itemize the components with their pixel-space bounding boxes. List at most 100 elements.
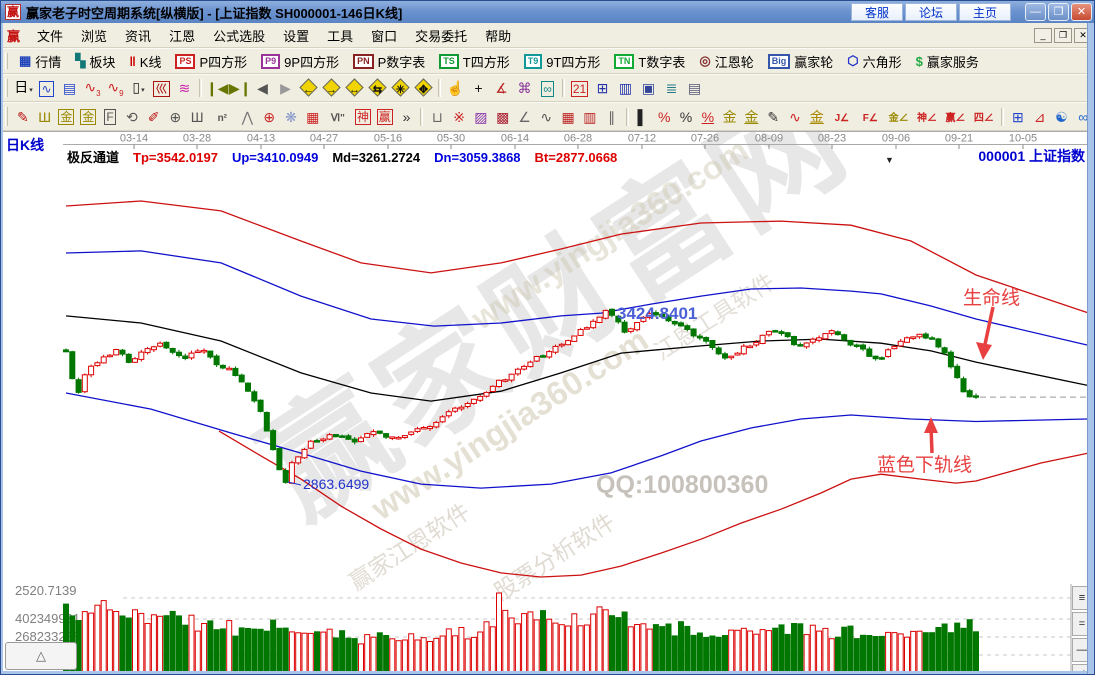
menu-item-0[interactable]: 文件 — [28, 23, 72, 48]
n2-comb-icon[interactable]: n² — [208, 106, 236, 128]
diamond-compress-icon[interactable]: ⇆ — [366, 77, 389, 99]
toolbar-gann-wheel-button[interactable]: ◎江恩轮 — [692, 49, 760, 74]
mdi-minimize-button[interactable]: _ — [1034, 28, 1052, 43]
purple-box-fan-icon[interactable]: ▨ — [470, 106, 492, 128]
go-last-icon[interactable]: ▶❙ — [228, 77, 251, 99]
mdi-restore-button[interactable]: ❐ — [1054, 28, 1072, 43]
menu-item-3[interactable]: 江恩 — [160, 23, 204, 48]
menu-item-7[interactable]: 窗口 — [362, 23, 406, 48]
histogram-icon[interactable]: ≋ — [173, 77, 196, 99]
angle-lines-icon[interactable]: ∠ — [514, 106, 536, 128]
comb-grid-icon[interactable]: Ш — [34, 106, 56, 128]
gold-circle-icon[interactable]: 金 — [719, 106, 741, 128]
gold-lines-icon[interactable]: 金 — [741, 106, 763, 128]
more-tools-icon[interactable]: » — [396, 106, 418, 128]
toolbar-9p-square-button[interactable]: P99P四方形 — [254, 49, 346, 74]
formula-icon[interactable]: 巛 — [150, 77, 173, 99]
expand-panel-button[interactable]: △ — [5, 642, 77, 670]
toolbar-9t-square-button[interactable]: T99T四方形 — [517, 49, 608, 74]
yinyang-icon[interactable]: ☯ — [1051, 106, 1073, 128]
red-crosshair-icon[interactable]: ⊕ — [258, 106, 280, 128]
diamond-expand-icon[interactable]: ↔ — [343, 77, 366, 99]
parallel-lines-icon[interactable]: ∥ — [601, 106, 623, 128]
dropdown-caret-icon[interactable]: ▼ — [885, 155, 894, 165]
menu-item-6[interactable]: 工具 — [318, 23, 362, 48]
angle-tool-icon[interactable]: ∡ — [490, 77, 513, 99]
menu-item-5[interactable]: 设置 — [274, 23, 318, 48]
comb-icon[interactable]: Ш — [186, 106, 208, 128]
shen-grid-icon[interactable]: 神 — [352, 106, 374, 128]
chart-canvas[interactable]: 赢家财富网赢家江恩软件股票分析软件江恩工具软件www.yingjia360.co… — [1, 131, 1089, 675]
toolbar-quotes-button[interactable]: ▦行情 — [12, 49, 68, 74]
wave-a-icon[interactable]: ∿ — [784, 106, 806, 128]
spiral-5-icon[interactable]: ⟲ — [121, 106, 143, 128]
gold-grid-2-icon[interactable]: 金 — [77, 106, 99, 128]
diamond-move-icon[interactable]: ✥ — [412, 77, 435, 99]
gold-angle-icon[interactable]: 金∠ — [884, 106, 912, 128]
toolbar-hexagon-button[interactable]: ⬡六角形 — [840, 49, 908, 74]
toolbar-sectors-button[interactable]: ▚板块 — [68, 49, 122, 74]
zigzag-tool-icon[interactable]: ∿ — [535, 106, 557, 128]
shen-angle-icon[interactable]: 神∠ — [913, 106, 941, 128]
red-box-fan-icon[interactable]: ▩ — [492, 106, 514, 128]
minimize-button[interactable]: — — [1025, 3, 1046, 21]
menu-item-8[interactable]: 交易委托 — [406, 23, 476, 48]
wave-3-icon[interactable]: ∿3 — [81, 77, 104, 99]
toolbar-winner-wheel-button[interactable]: Big赢家轮 — [761, 49, 841, 74]
gold-red-icon[interactable]: 金 — [806, 106, 828, 128]
fan-lines-icon[interactable]: ※ — [448, 106, 470, 128]
candle-style-icon[interactable]: ▯▾ — [127, 77, 150, 99]
box-tool-icon[interactable]: ⊔ — [426, 106, 448, 128]
print-icon[interactable]: ▤ — [683, 77, 706, 99]
menu-item-9[interactable]: 帮助 — [476, 23, 520, 48]
candle-pencil-icon[interactable]: ✎ — [762, 106, 784, 128]
toolbar-t-square-button[interactable]: TST四方形 — [432, 49, 516, 74]
view-tool-icon[interactable]: ∞ — [536, 77, 559, 99]
customer-service-link[interactable]: 客服 — [851, 3, 903, 21]
toolbar-p-number-table-button[interactable]: PNP数字表 — [346, 49, 432, 74]
j-angle-icon[interactable]: J∠ — [828, 106, 856, 128]
pattern-box-icon[interactable]: ∿ — [35, 77, 58, 99]
close-button[interactable]: ✕ — [1071, 3, 1092, 21]
toolbar-t-number-table-button[interactable]: TNT数字表 — [607, 49, 692, 74]
gold-grid-1-icon[interactable]: 金 — [56, 106, 78, 128]
menu-item-2[interactable]: 资讯 — [116, 23, 160, 48]
toolbar-p-square-button[interactable]: PSP四方形 — [168, 49, 254, 74]
toolbar-kline-button[interactable]: ‖K线 — [122, 49, 168, 74]
menu-item-1[interactable]: 浏览 — [72, 23, 116, 48]
menu-item-4[interactable]: 公式选股 — [204, 23, 274, 48]
save-icon[interactable]: ▣ — [637, 77, 660, 99]
calendar-icon[interactable]: 21 — [568, 77, 591, 99]
wave-9-icon[interactable]: ∿9 — [104, 77, 127, 99]
calculator-icon[interactable]: ⊞ — [591, 77, 614, 99]
web-icon[interactable]: ❋ — [280, 106, 302, 128]
period-daily-icon[interactable]: 日▾ — [12, 77, 35, 99]
diamond-right-icon[interactable]: → — [320, 77, 343, 99]
clipboard-icon[interactable]: ▤ — [58, 77, 81, 99]
forum-link[interactable]: 论坛 — [905, 3, 957, 21]
crosshair-tool-icon[interactable]: + — [467, 77, 490, 99]
go-first-icon[interactable]: ❙◀ — [205, 77, 228, 99]
knot-tool-icon[interactable]: ⌘ — [513, 77, 536, 99]
home-link[interactable]: 主页 — [959, 3, 1011, 21]
diamond-star-icon[interactable]: ✳ — [389, 77, 412, 99]
notes-icon[interactable]: ▥ — [614, 77, 637, 99]
f-angle-icon[interactable]: F∠ — [856, 106, 884, 128]
percent-under-icon[interactable]: % — [697, 106, 719, 128]
bars-tool-icon[interactable]: ▌ — [632, 106, 654, 128]
toolbar-winner-service-button[interactable]: $赢家服务 — [909, 49, 986, 74]
restore-button[interactable]: ❐ — [1048, 3, 1069, 21]
circle-comb-icon[interactable]: ⊕ — [165, 106, 187, 128]
chart-mini-icon[interactable]: ⊿ — [1029, 106, 1051, 128]
grid-color-icon[interactable]: ⊞ — [1007, 106, 1029, 128]
red-grid-3-icon[interactable]: ▥ — [579, 106, 601, 128]
angle-mirror-icon[interactable]: ⋀ — [237, 106, 259, 128]
hand-tool-icon[interactable]: ☝ — [444, 77, 467, 99]
red-grid-2-icon[interactable]: ▦ — [557, 106, 579, 128]
step-back-icon[interactable]: ◀ — [251, 77, 274, 99]
roman-6-icon[interactable]: Ⅵ" — [324, 106, 352, 128]
export-icon[interactable]: ≣ — [660, 77, 683, 99]
percent-line-icon[interactable]: % — [653, 106, 675, 128]
pencil-ruler-icon[interactable]: ✐ — [143, 106, 165, 128]
ying-grid-icon[interactable]: 赢 — [374, 106, 396, 128]
